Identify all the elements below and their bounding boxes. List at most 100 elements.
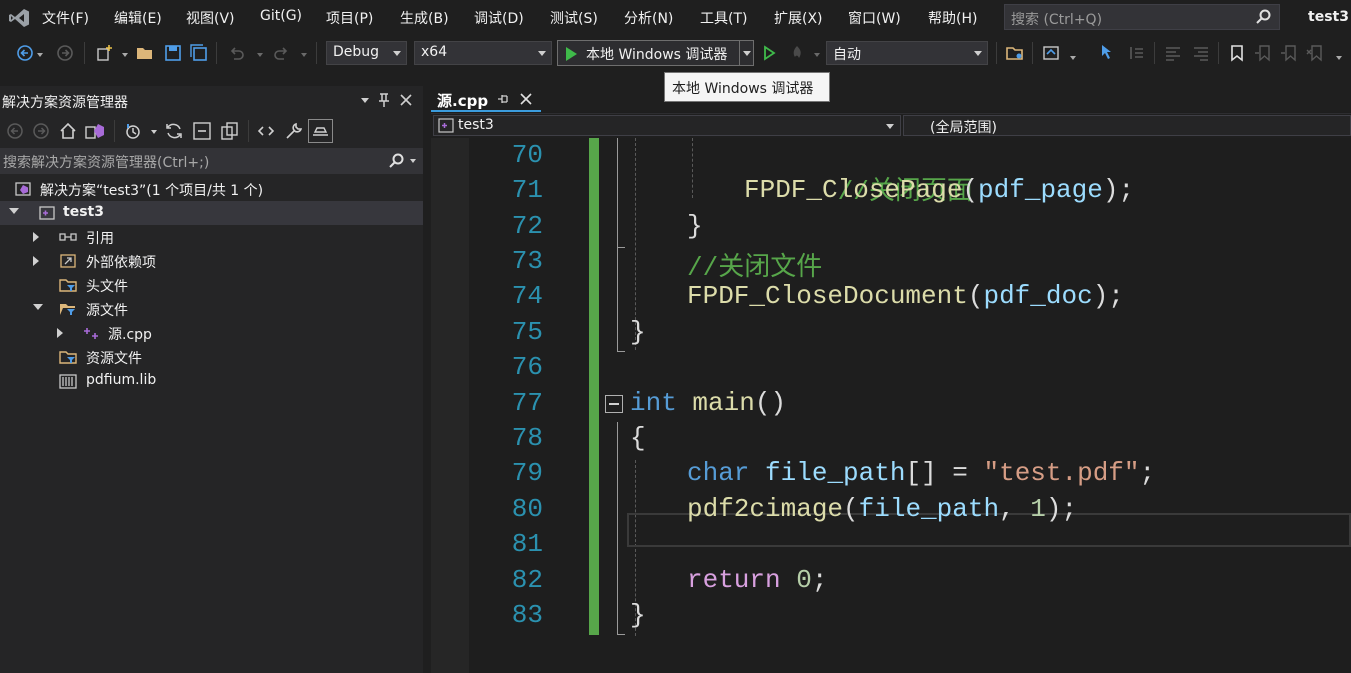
- menu-edit[interactable]: 编辑(E): [114, 8, 162, 28]
- back-dropdown-icon[interactable]: [37, 53, 43, 57]
- code-variable: pdf_doc: [983, 281, 1093, 311]
- save-icon[interactable]: [164, 44, 182, 62]
- solution-explorer-toolbar: [0, 116, 423, 146]
- search-options-icon[interactable]: [410, 159, 416, 163]
- new-dropdown-icon[interactable]: [122, 53, 128, 57]
- forward-nav-icon[interactable]: [56, 44, 74, 62]
- collapse-all-icon[interactable]: [192, 121, 212, 141]
- hot-reload-dropdown-icon[interactable]: [814, 53, 820, 57]
- switch-views-icon[interactable]: [84, 121, 106, 141]
- previous-bookmark-icon[interactable]: [1254, 44, 1272, 62]
- code-line-79: char file_path[] = "test.pdf";: [687, 458, 1155, 488]
- refresh-icon[interactable]: [164, 121, 184, 141]
- tree-node-references[interactable]: 引用: [0, 225, 423, 249]
- menu-file[interactable]: 文件(F): [42, 8, 89, 28]
- view-code-icon[interactable]: [256, 121, 276, 141]
- start-mode-select[interactable]: 自动: [826, 41, 988, 65]
- tree-node-label: 外部依赖项: [86, 255, 156, 271]
- open-folder-icon[interactable]: [136, 44, 154, 62]
- menu-debug[interactable]: 调试(D): [474, 8, 524, 28]
- menu-test[interactable]: 测试(S): [550, 8, 598, 28]
- menu-tools[interactable]: 工具(T): [700, 8, 747, 28]
- code-punct: ;: [1139, 458, 1156, 488]
- tree-node-resource-files[interactable]: 资源文件: [0, 345, 423, 369]
- tree-node-external-dependencies[interactable]: 外部依赖项: [0, 249, 423, 273]
- project-scope-dropdown[interactable]: test3: [433, 115, 901, 136]
- menu-bar: 文件(F) 编辑(E) 视图(V) Git(G) 项目(P) 生成(B) 调试(…: [0, 0, 1351, 36]
- code-area[interactable]: 70 71 72 73 74 75 76 77 78 79 80 81 82 8…: [431, 138, 1351, 673]
- uncomment-lines-icon[interactable]: [1192, 44, 1210, 62]
- bookmark-icon[interactable]: [1228, 44, 1246, 62]
- menu-analyze[interactable]: 分析(N): [624, 8, 673, 28]
- undo-dropdown-icon[interactable]: [257, 53, 263, 57]
- comment-lines-icon[interactable]: [1164, 44, 1182, 62]
- code-punct: ;: [811, 565, 828, 595]
- global-search-input[interactable]: 搜索 (Ctrl+Q): [1004, 4, 1280, 30]
- pin-tab-icon[interactable]: [497, 93, 509, 105]
- close-icon[interactable]: [399, 93, 413, 107]
- cpp-file-icon: [84, 328, 98, 339]
- start-without-debugging-icon[interactable]: [760, 44, 778, 62]
- code-line-73: //关闭文件: [687, 246, 822, 283]
- back-icon[interactable]: [6, 122, 24, 140]
- pin-icon[interactable]: [377, 92, 391, 108]
- toolbar-overflow-icon[interactable]: [1336, 56, 1342, 60]
- menu-project[interactable]: 项目(P): [326, 8, 373, 28]
- panel-options-icon[interactable]: [361, 98, 369, 103]
- forward-icon[interactable]: [32, 122, 50, 140]
- platform-select[interactable]: x64: [414, 41, 552, 65]
- publish-dropdown-icon[interactable]: [1070, 56, 1076, 60]
- redo-icon[interactable]: [272, 44, 290, 62]
- save-all-icon[interactable]: [190, 44, 208, 62]
- menu-build[interactable]: 生成(B): [400, 8, 449, 28]
- new-project-icon[interactable]: [96, 44, 114, 62]
- menu-extensions[interactable]: 扩展(X): [774, 8, 823, 28]
- tree-node-header-files[interactable]: 头文件: [0, 273, 423, 297]
- start-debugging-button[interactable]: 本地 Windows 调试器: [557, 40, 754, 66]
- tree-project-node[interactable]: test3: [0, 201, 423, 225]
- pointer-tool-icon[interactable]: [1100, 44, 1118, 62]
- undo-icon[interactable]: [228, 44, 246, 62]
- configuration-select[interactable]: Debug: [326, 41, 407, 65]
- expand-arrow-icon[interactable]: [57, 328, 63, 338]
- menu-window[interactable]: 窗口(W): [848, 8, 901, 28]
- expand-arrow-icon[interactable]: [33, 304, 43, 310]
- expand-arrow-icon[interactable]: [33, 232, 39, 242]
- folder-browse-icon[interactable]: [1006, 44, 1024, 62]
- debug-target-dropdown[interactable]: [739, 41, 753, 65]
- start-mode-value: 自动: [833, 47, 861, 63]
- tree-node-source-cpp[interactable]: 源.cpp: [0, 321, 423, 345]
- next-bookmark-icon[interactable]: [1280, 44, 1298, 62]
- clear-bookmarks-icon[interactable]: [1306, 44, 1324, 62]
- redo-dropdown-icon[interactable]: [301, 53, 307, 57]
- close-tab-icon[interactable]: [520, 93, 532, 105]
- format-icon[interactable]: [1128, 44, 1146, 62]
- menu-view[interactable]: 视图(V): [186, 8, 235, 28]
- member-scope-dropdown[interactable]: (全局范围): [903, 115, 1351, 136]
- menu-help[interactable]: 帮助(H): [928, 8, 977, 28]
- library-file-icon: [59, 374, 77, 389]
- chevron-down-icon[interactable]: [151, 130, 157, 134]
- solution-search-input[interactable]: 搜索解决方案资源管理器(Ctrl+;): [0, 148, 423, 174]
- line-number: 76: [511, 352, 543, 382]
- code-punct: (): [754, 388, 787, 418]
- pending-changes-icon[interactable]: [124, 122, 142, 140]
- tab-source-cpp[interactable]: 源.cpp: [431, 86, 541, 112]
- show-all-files-icon[interactable]: [220, 121, 240, 141]
- home-icon[interactable]: [58, 121, 78, 141]
- hot-reload-icon[interactable]: [788, 44, 806, 62]
- tree-solution-node[interactable]: 解决方案“test3”(1 个项目/共 1 个): [0, 177, 423, 201]
- expand-arrow-icon[interactable]: [33, 256, 39, 266]
- chevron-down-icon: [974, 51, 982, 56]
- properties-wrench-icon[interactable]: [284, 121, 304, 141]
- expand-arrow-icon[interactable]: [9, 208, 19, 214]
- preview-icon: [313, 127, 328, 136]
- preview-selected-items-button[interactable]: [308, 119, 333, 143]
- publish-icon[interactable]: [1042, 44, 1060, 62]
- panel-splitter[interactable]: [423, 86, 431, 673]
- back-nav-icon[interactable]: [16, 44, 34, 62]
- menu-git[interactable]: Git(G): [260, 8, 302, 24]
- collapse-region-toggle[interactable]: [605, 395, 623, 413]
- tree-node-pdfium-lib[interactable]: pdfium.lib: [0, 369, 423, 393]
- tree-node-source-files[interactable]: 源文件: [0, 297, 423, 321]
